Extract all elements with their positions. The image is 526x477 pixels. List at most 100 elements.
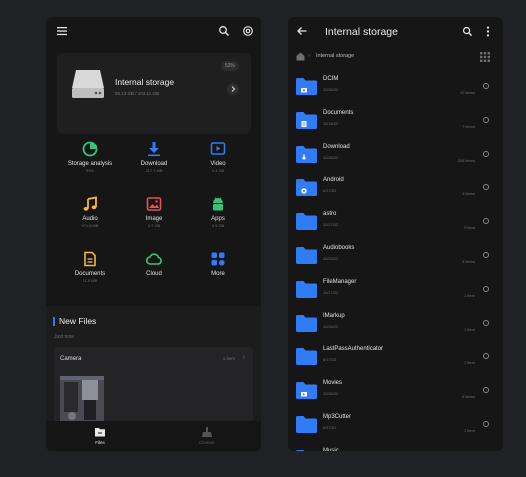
back-arrow-icon[interactable] [296,25,308,37]
folder-download-icon [296,145,317,163]
storage-usage: 55.13 GB / 104.11 GB [115,91,159,96]
folder-item-count: 7 items [462,123,475,129]
cloud-icon [146,251,162,267]
chevron-right-icon[interactable] [227,83,239,95]
grid-view-icon[interactable] [480,52,490,62]
folder-item-count: 6 items [462,394,475,400]
new-files-subtitle: Just now [54,334,74,340]
folder-date: 6/17/22 [323,425,337,430]
download-icon [146,141,162,157]
folder-name: Download [323,143,350,150]
folder-camera-icon [296,78,317,95]
select-radio[interactable] [483,150,489,157]
select-radio[interactable] [483,353,489,360]
folder-date: 6/17/22 [323,357,337,363]
folder-item-count: 10 items [459,90,475,95]
breadcrumb[interactable]: Internal storage [316,53,354,59]
nav-files[interactable]: Files [70,426,130,445]
select-radio[interactable] [483,319,489,326]
folder-row[interactable]: FileManager 11/17/22 1 item [288,273,503,307]
folder-date: 11/18/22 [323,120,339,126]
folder-item-count: 1 item [464,292,475,298]
select-radio[interactable] [483,387,489,394]
photo-thumbnail[interactable] [60,376,104,422]
folder-name: FileManager [323,278,357,285]
video-icon [210,141,226,157]
grid-icon [210,251,226,267]
hamburger-menu-icon[interactable] [56,25,68,37]
folder-row[interactable]: Download 11/26/22 208 items [288,138,503,172]
folder-movie-icon [296,382,317,400]
hard-drive-icon [71,69,105,99]
category-more[interactable]: More [186,251,250,277]
settings-icon[interactable] [242,25,254,37]
android-icon [210,196,226,212]
folder-date: 11/27/22 [323,222,339,228]
home-icon[interactable] [296,52,305,61]
folder-name: LastPassAuthenticator [323,346,384,353]
select-radio[interactable] [483,218,489,225]
folder-row[interactable]: Audiobooks 11/25/22 4 items [288,239,503,273]
storage-percent-badge: 53% [220,61,239,71]
bottom-navigation: Files Cleaner [46,421,261,451]
folder-item-count: 1 item [464,326,475,332]
category-video[interactable]: Video 3.4 GB [186,141,250,173]
search-icon[interactable] [462,26,473,37]
new-files-title: New Files [59,316,97,326]
folder-name: Audiobooks [323,245,355,251]
category-image[interactable]: Image 3.7 GB [122,196,186,228]
select-radio[interactable] [483,116,489,123]
folder-document-icon [296,111,317,129]
folder-row[interactable]: IMarkup 11/26/22 1 item [288,307,503,341]
category-cloud[interactable]: Cloud [122,251,186,277]
select-radio[interactable] [483,421,489,427]
category-download[interactable]: Download 217.7 MB [122,141,186,173]
music-note-icon [82,196,98,212]
folder-name: Documents [323,109,354,116]
folder-name: DCIM [323,76,339,82]
folder-date: 11/26/22 [323,391,339,397]
folder-name: Mp3Cutter [323,414,352,420]
select-radio[interactable] [483,83,489,89]
folder-name: Android [323,177,344,184]
category-audio[interactable]: Audio 971.8 MB [58,196,122,228]
folder-item-count: 1 item [464,428,475,433]
folder-row[interactable]: astro 11/27/22 0 item [288,205,503,239]
category-storage-analysis[interactable]: Storage analysis 53% [58,141,122,173]
page-title: Internal storage [325,26,398,38]
camera-card[interactable]: Camera 1 item › [54,347,253,427]
folder-date: 11/25/22 [323,256,339,261]
document-icon [82,251,98,267]
folder-row[interactable]: Movies 11/26/22 6 items [288,374,503,408]
folder-row[interactable]: Mp3Cutter 6/17/22 1 item [288,408,503,442]
folder-row[interactable]: DCIM 11/26/22 10 items [288,70,503,104]
folder-row[interactable]: Android 6/17/22 3 items [288,171,503,205]
folder-row[interactable]: LastPassAuthenticator 6/17/22 1 item [288,340,503,374]
nav-cleaner[interactable]: Cleaner [177,426,237,445]
pie-chart-icon [82,141,98,157]
folder-icon [296,247,317,264]
camera-item-count: 1 item [222,356,235,361]
search-icon[interactable] [218,25,230,37]
folder-row[interactable]: Music [288,442,503,451]
category-apps[interactable]: Apps 4.5 GB [186,196,250,228]
category-documents[interactable]: Documents 11.9 MB [58,251,122,283]
folder-icon [296,213,317,231]
image-icon [146,196,162,212]
folder-icon [296,449,317,451]
chevron-right-icon[interactable]: › [243,354,245,361]
folder-icon [94,426,106,438]
select-radio[interactable] [483,285,489,292]
folder-row[interactable]: Documents 11/18/22 7 items [288,104,503,138]
select-radio[interactable] [483,184,489,191]
more-vert-icon[interactable] [485,26,491,37]
select-radio[interactable] [483,252,489,258]
folder-item-count: 4 items [462,259,475,264]
folder-date: 11/26/22 [323,154,339,160]
internal-storage-card[interactable]: Internal storage 55.13 GB / 104.11 GB 53… [57,53,251,134]
folder-item-count: 208 items [457,157,475,163]
folder-icon [296,348,317,366]
internal-storage-screen: Internal storage › Internal storage DCIM… [288,17,503,451]
camera-folder-name: Camera [60,356,82,362]
folder-date: 6/17/22 [323,188,337,194]
